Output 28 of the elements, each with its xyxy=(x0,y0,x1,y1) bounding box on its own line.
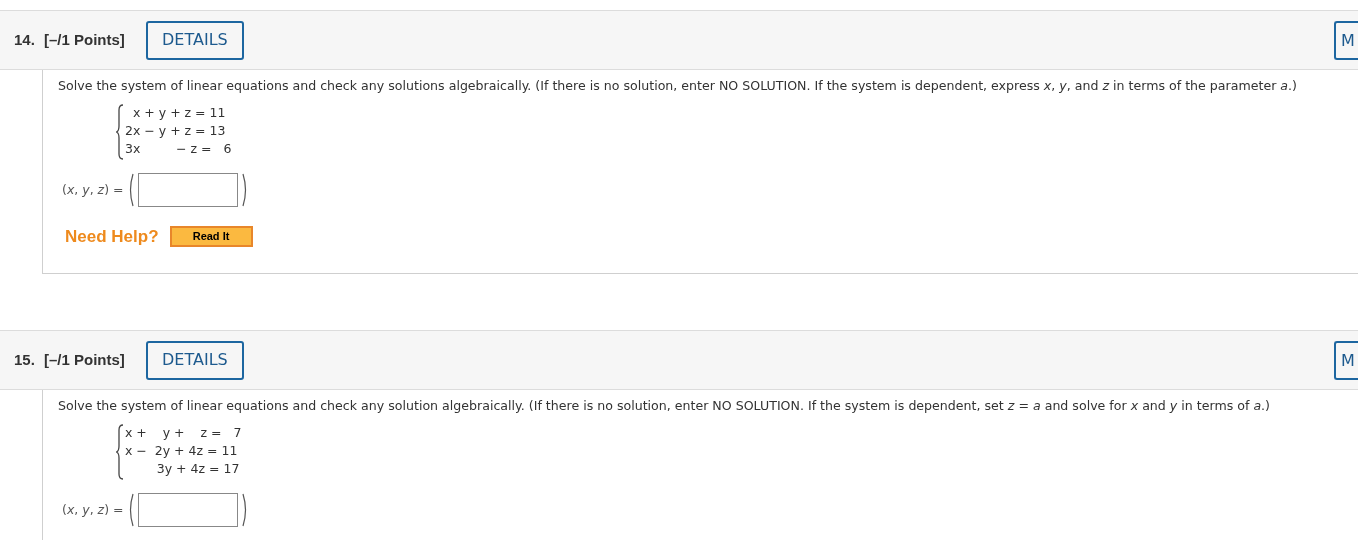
equation: 2x − y + z = 13 xyxy=(125,121,227,140)
equation: x + y + z = 7 xyxy=(125,423,242,442)
more-button[interactable]: M xyxy=(1334,21,1358,60)
equation: x + y + z = 11 xyxy=(131,103,227,122)
equation: 3y + 4z = 17 xyxy=(155,459,241,478)
answer-field[interactable] xyxy=(137,492,238,527)
answer-label: (x, y, z) = xyxy=(62,180,124,199)
left-parenthesis-icon xyxy=(127,172,134,207)
question-number: 14. xyxy=(14,29,36,50)
question-prompt: Solve the system of linear equations and check any solutions algebraically. (If there is no solution, enter NO SOLUTION. If the system is dependent, express x, y, and z in terms of the parameter a.) xyxy=(58,77,1298,95)
details-button[interactable]: DETAILS xyxy=(145,340,244,380)
brace-icon xyxy=(116,423,124,480)
need-help-label: Need Help? xyxy=(65,225,159,248)
points-label: [–/1 Points] xyxy=(44,29,125,50)
right-parenthesis-icon xyxy=(241,172,248,207)
answer-field[interactable] xyxy=(137,172,238,207)
points-label: [–/1 Points] xyxy=(44,349,125,370)
read-it-button[interactable]: Read It xyxy=(169,226,253,248)
more-button[interactable]: M xyxy=(1334,341,1358,380)
left-parenthesis-icon xyxy=(127,492,134,527)
answer-label: (x, y, z) = xyxy=(62,500,124,519)
question-prompt: Solve the system of linear equations and check any solution algebraically. (If there is no solution, enter NO SOLUTION. If the system is dependent, set z = a and solve for x and y in terms of a.) xyxy=(58,397,1272,415)
right-parenthesis-icon xyxy=(241,492,248,527)
equation: 3x − z = 6 xyxy=(125,139,232,158)
equation: x − 2y + 4z = 11 xyxy=(125,441,239,460)
brace-icon xyxy=(116,103,124,160)
question-number: 15. xyxy=(14,349,36,370)
details-button[interactable]: DETAILS xyxy=(145,20,244,60)
